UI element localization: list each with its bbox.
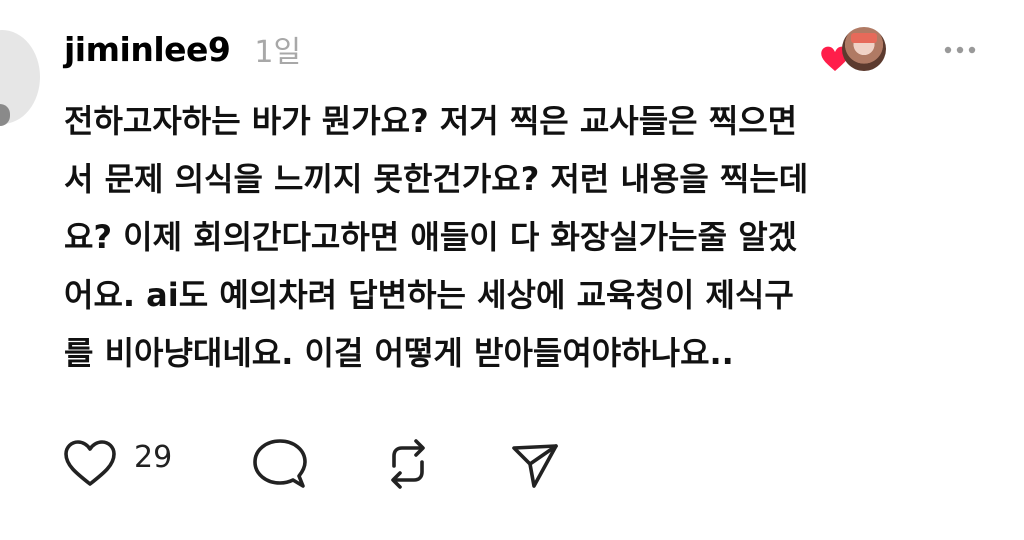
post-time: 1일 <box>254 35 302 70</box>
post-body-line: 전하고자하는 바가 뭔가요? 저거 찍은 교사들은 찍으면 <box>64 102 798 140</box>
post-body: 전하고자하는 바가 뭔가요? 저거 찍은 교사들은 찍으면 서 문제 의식을 느… <box>64 92 1004 382</box>
like-icon[interactable] <box>62 438 118 488</box>
username[interactable]: jiminlee9 <box>64 30 231 69</box>
share-icon[interactable] <box>508 438 562 492</box>
liker-avatar[interactable] <box>842 27 886 71</box>
post-body-line: 요? 이제 회의간다고하면 애들이 다 화장실가는줄 알겠 <box>64 218 798 256</box>
repost-icon[interactable] <box>380 436 436 492</box>
comment-icon[interactable] <box>252 436 308 492</box>
post-body-line: 를 비아냥대네요. 이걸 어떻게 받아들여야하나요.. <box>64 334 734 372</box>
post-header: jiminlee9 1일 <box>64 22 301 76</box>
like-count: 29 <box>134 440 173 475</box>
post-body-line: 어요. ai도 예의차려 답변하는 세상에 교육청이 제식구 <box>64 276 794 314</box>
post-body-line: 서 문제 의식을 느끼지 못한건가요? 저런 내용을 찍는데 <box>64 160 809 198</box>
more-options-icon[interactable] <box>940 30 980 70</box>
